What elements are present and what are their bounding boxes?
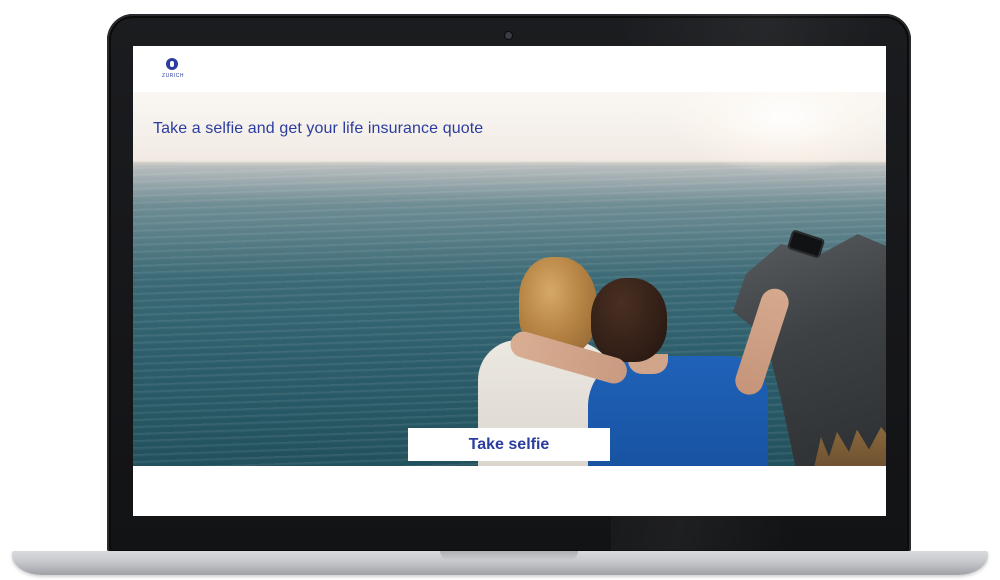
hero-image: Take a selfie and get your life insuranc… <box>133 92 886 466</box>
laptop-base-notch <box>440 551 578 560</box>
footer-area <box>133 466 886 516</box>
person-right-head <box>591 278 667 362</box>
logo-text: ZURICH <box>162 73 184 79</box>
stage: ZURICH Take a selfie and get your life i… <box>0 0 1000 580</box>
take-selfie-button[interactable]: Take selfie <box>408 428 610 461</box>
headline-band: Take a selfie and get your life insuranc… <box>133 92 886 162</box>
laptop-screen: ZURICH Take a selfie and get your life i… <box>133 46 886 516</box>
webcam-icon <box>505 32 512 39</box>
top-bar: ZURICH <box>133 46 886 92</box>
zurich-logo-icon[interactable] <box>166 58 178 70</box>
page-title: Take a selfie and get your life insuranc… <box>153 120 484 137</box>
